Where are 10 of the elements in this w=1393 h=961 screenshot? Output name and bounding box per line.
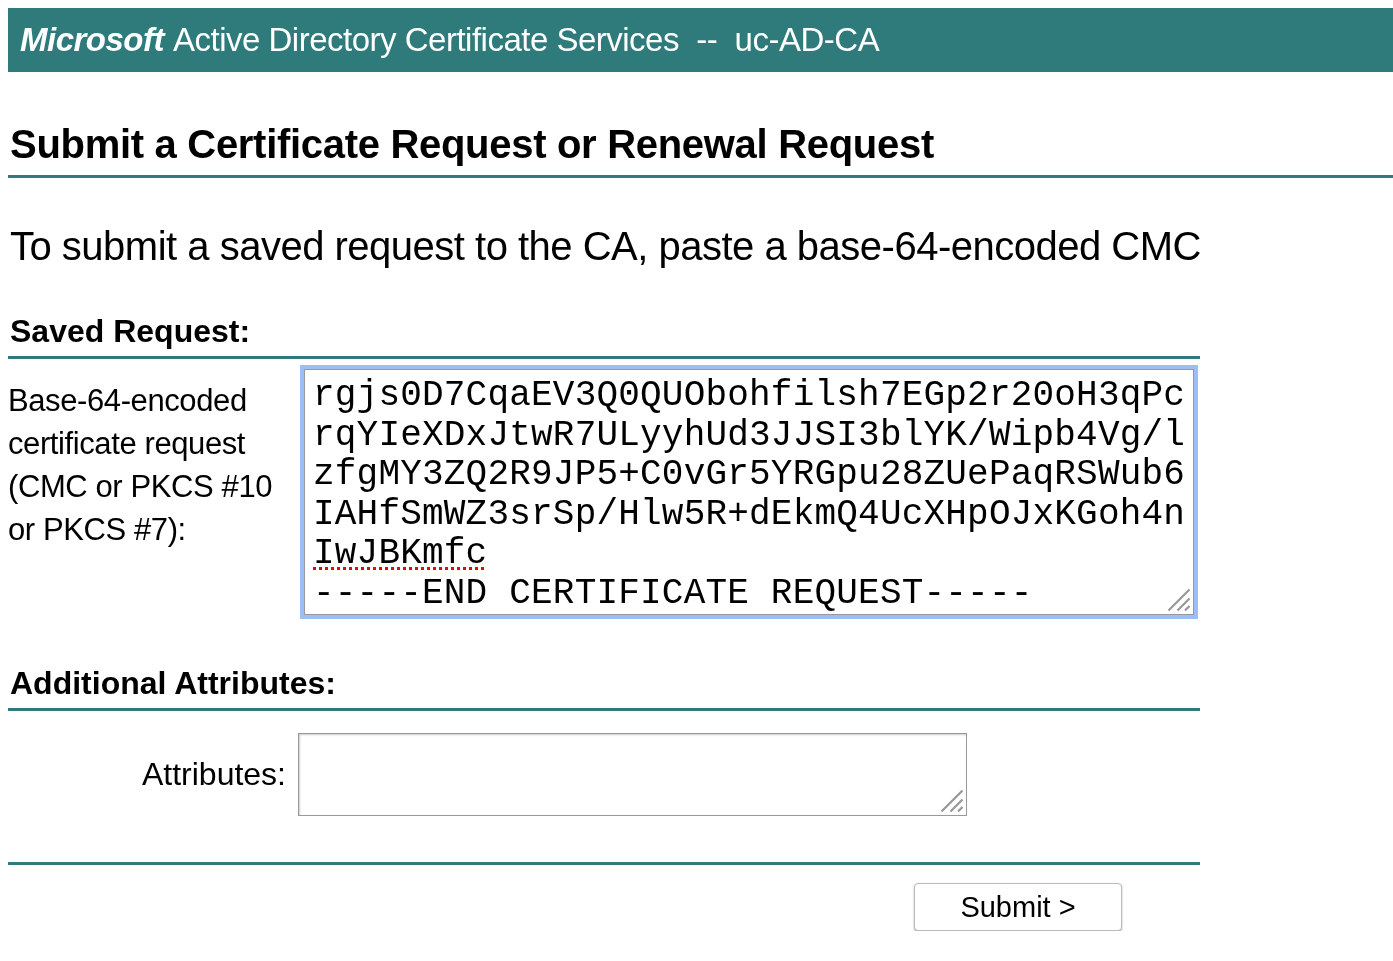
- attributes-textarea[interactable]: [298, 733, 967, 816]
- brand-name: Microsoft: [20, 21, 164, 59]
- field-label: Base-64-encoded certificate request (CMC or PKCS #10 or PKCS #7):: [8, 382, 274, 549]
- section-heading: Saved Request:: [10, 313, 252, 350]
- section-heading: Additional Attributes:: [10, 665, 337, 702]
- submit-button[interactable]: Submit >: [914, 883, 1122, 931]
- field-label: Attributes:: [140, 756, 287, 793]
- page-heading: Submit a Certificate Request or Renewal Request: [10, 122, 935, 167]
- banner-title: Active Directory Certificate Services -- uc-AD-CA: [173, 21, 880, 59]
- intro-text: To submit a saved request to the CA, paste a base-64-encoded CMC: [10, 224, 1202, 269]
